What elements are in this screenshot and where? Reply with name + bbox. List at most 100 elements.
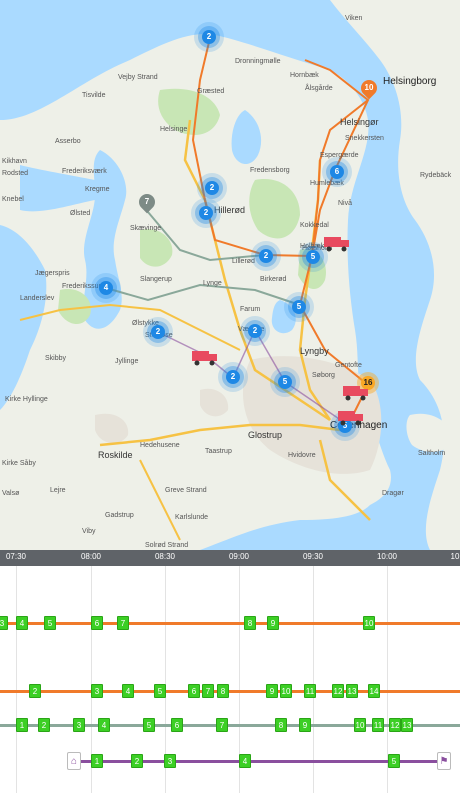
stop-marker[interactable]: 10: [280, 684, 292, 698]
place-label: Roskilde: [98, 450, 133, 460]
stop-marker[interactable]: 3: [91, 684, 103, 698]
stop-cluster-marker[interactable]: 2: [205, 181, 219, 195]
stop-cluster-marker[interactable]: 6: [330, 165, 344, 179]
gray-route-pin-marker[interactable]: 7: [135, 190, 159, 214]
finish-flag-icon[interactable]: ⚑: [437, 752, 451, 770]
stop-marker[interactable]: 5: [388, 754, 400, 768]
stop-marker[interactable]: 3: [73, 718, 85, 732]
place-label: Helsingborg: [383, 76, 437, 87]
truck-icon[interactable]: [324, 236, 350, 252]
stop-marker[interactable]: 2: [131, 754, 143, 768]
place-label: Ølsted: [70, 210, 91, 217]
time-tick: 07:30: [5, 552, 27, 561]
place-label: Taastrup: [205, 448, 232, 455]
stop-marker[interactable]: 8: [275, 718, 287, 732]
place-label: Jyllinge: [115, 358, 139, 365]
place-label: Knebel: [2, 196, 24, 203]
place-label: Fredensborg: [250, 167, 290, 174]
home-icon[interactable]: ⌂: [67, 752, 81, 770]
stop-marker[interactable]: 12: [332, 684, 344, 698]
place-label: Solrød Strand: [145, 542, 189, 549]
stop-marker[interactable]: 6: [171, 718, 183, 732]
route-line-orange: [0, 690, 460, 693]
stop-marker[interactable]: 6: [91, 616, 103, 630]
place-label: Søborg: [312, 372, 335, 379]
stop-marker[interactable]: 4: [239, 754, 251, 768]
truck-icon[interactable]: [192, 350, 218, 366]
stop-cluster-marker[interactable]: 5: [278, 375, 292, 389]
stop-marker[interactable]: 12: [389, 718, 401, 732]
stop-marker[interactable]: 13: [401, 718, 413, 732]
place-label: Humlebæk: [310, 180, 344, 187]
stop-marker[interactable]: 5: [143, 718, 155, 732]
time-tick: 09:00: [228, 552, 250, 561]
truck-icon[interactable]: [338, 410, 364, 426]
stop-cluster-marker[interactable]: 2: [259, 249, 273, 263]
stop-cluster-marker[interactable]: 2: [199, 206, 213, 220]
stop-marker[interactable]: 11: [304, 684, 316, 698]
stop-marker[interactable]: 11: [372, 718, 384, 732]
stop-cluster-marker[interactable]: 2: [248, 324, 262, 338]
stop-cluster-marker[interactable]: 5: [292, 300, 306, 314]
stop-marker[interactable]: 9: [267, 616, 279, 630]
stop-marker[interactable]: 9: [266, 684, 278, 698]
stop-cluster-marker[interactable]: 4: [99, 281, 113, 295]
stop-marker[interactable]: 9: [299, 718, 311, 732]
stop-marker[interactable]: 2: [38, 718, 50, 732]
truck-icon[interactable]: [343, 385, 369, 401]
place-label: Hedehusene: [140, 442, 180, 449]
orange-route-pin-marker[interactable]: 10: [357, 76, 381, 100]
route-schedule[interactable]: 3 4 5 6 7 8 9 10 2 3 4 5 6 7 8 9 10 11 1…: [0, 566, 460, 793]
stop-marker[interactable]: 7: [216, 718, 228, 732]
place-label: Rodsted: [2, 170, 29, 177]
stop-marker[interactable]: 14: [368, 684, 380, 698]
place-label: Glostrup: [248, 430, 283, 440]
stop-cluster-marker[interactable]: 2: [226, 370, 240, 384]
stop-marker[interactable]: 10: [354, 718, 366, 732]
stop-marker[interactable]: 7: [117, 616, 129, 630]
place-label: Farum: [240, 306, 261, 313]
place-label: Birkerød: [260, 276, 287, 283]
stop-cluster-marker[interactable]: 2: [202, 30, 216, 44]
stop-cluster-marker[interactable]: 2: [151, 325, 165, 339]
stop-cluster-marker[interactable]: 5: [306, 250, 320, 264]
stop-marker[interactable]: 10: [363, 616, 375, 630]
stop-marker[interactable]: 8: [244, 616, 256, 630]
place-label: Dragør: [382, 490, 404, 497]
stop-marker[interactable]: 3: [0, 616, 8, 630]
time-tick: 09:30: [302, 552, 324, 561]
place-label: Valsø: [2, 490, 20, 497]
place-label: Viby: [82, 528, 96, 535]
stop-marker[interactable]: 4: [16, 616, 28, 630]
place-label: Rydebäck: [420, 172, 452, 179]
stop-marker[interactable]: 4: [122, 684, 134, 698]
place-label: Asserbo: [55, 138, 81, 145]
stop-marker[interactable]: 13: [346, 684, 358, 698]
stop-marker[interactable]: 3: [164, 754, 176, 768]
stop-marker[interactable]: 4: [98, 718, 110, 732]
place-label: Kregme: [85, 186, 110, 193]
place-label: Slangerup: [140, 276, 172, 283]
stop-marker[interactable]: 1: [91, 754, 103, 768]
timeline-axis: 07:30 08:00 08:30 09:00 09:30 10:00 10: [0, 550, 460, 566]
stop-marker[interactable]: 5: [44, 616, 56, 630]
place-label: Viken: [345, 15, 363, 22]
place-label: Lynge: [203, 280, 222, 287]
stop-marker[interactable]: 8: [217, 684, 229, 698]
stop-marker[interactable]: 2: [29, 684, 41, 698]
place-label: Gadstrup: [105, 512, 134, 519]
map-view[interactable]: Viken Dronningmølle Hornbæk Ålsgårde Vej…: [0, 0, 460, 550]
place-label: Skibby: [45, 355, 67, 362]
place-label: Helsinge: [160, 126, 188, 133]
place-label: Nivå: [338, 200, 353, 207]
place-label: Kokkedal: [300, 222, 329, 229]
stop-marker[interactable]: 1: [16, 718, 28, 732]
time-tick: 08:30: [154, 552, 176, 561]
place-label: Karlslunde: [175, 514, 209, 521]
place-label: Vejby Strand: [118, 74, 158, 81]
stop-marker[interactable]: 5: [154, 684, 166, 698]
place-label: Kirke Hyllinge: [5, 396, 48, 403]
stop-marker[interactable]: 7: [202, 684, 214, 698]
place-label: Tisvilde: [82, 92, 106, 99]
stop-marker[interactable]: 6: [188, 684, 200, 698]
